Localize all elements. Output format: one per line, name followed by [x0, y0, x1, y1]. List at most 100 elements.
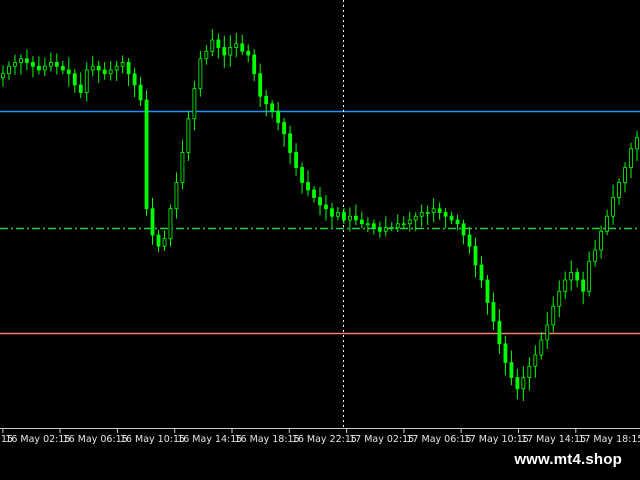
candle-body — [162, 238, 167, 247]
candle-body — [13, 62, 17, 67]
candle-body — [629, 148, 633, 168]
candle-body — [353, 215, 358, 221]
candle-body — [539, 339, 544, 356]
candle-body — [389, 227, 394, 229]
candle-body — [54, 62, 59, 67]
candle-body — [545, 324, 550, 341]
candle-body — [108, 69, 113, 75]
x-tick-label: 16 May 18:15 — [235, 434, 300, 445]
x-tick-label: 17 May 02:15 — [349, 434, 414, 445]
candle-body — [210, 39, 215, 52]
candle-body — [300, 167, 304, 183]
candle-body — [461, 223, 466, 236]
candle-body — [467, 234, 472, 247]
candle-body — [174, 182, 179, 210]
candle-body — [150, 208, 155, 236]
candle-body — [72, 73, 77, 86]
candle-body — [383, 227, 388, 232]
candle-body — [551, 305, 556, 326]
candle-body — [599, 230, 604, 251]
x-tick-label: 16 May 10:15 — [120, 434, 185, 445]
x-tick-label: 16 May 22:15 — [292, 434, 357, 445]
price-chart: 15 May 22:1516 May 02:1516 May 06:1516 M… — [0, 0, 640, 480]
x-tick-label: 16 May 02:15 — [5, 434, 70, 445]
candle-body — [359, 219, 364, 225]
candle-body — [66, 69, 71, 75]
candle-body — [186, 118, 191, 153]
candle-body — [485, 279, 490, 303]
candle-body — [557, 290, 562, 307]
candle-body — [246, 50, 251, 56]
candle-body — [96, 65, 101, 71]
x-tick-label: 17 May 14:15 — [521, 434, 586, 445]
candle-body — [533, 354, 538, 367]
candle-body — [497, 320, 502, 345]
candle-body — [138, 84, 143, 101]
candle-body — [491, 302, 496, 322]
candle-body — [234, 43, 239, 48]
candle-body — [228, 47, 233, 56]
candle-body — [288, 133, 292, 153]
candle-body — [126, 62, 131, 75]
candle-body — [1, 73, 5, 78]
candle-body — [180, 152, 185, 183]
candle-body — [575, 272, 580, 281]
candle-body — [407, 219, 412, 225]
candle-body — [306, 182, 310, 191]
candle-body — [593, 249, 598, 262]
candle-body — [102, 69, 107, 75]
candle-body — [318, 197, 322, 206]
candle-body — [443, 212, 448, 217]
candle-body — [587, 260, 592, 292]
candle-body — [527, 365, 532, 378]
x-tick-label: 16 May 14:15 — [177, 434, 242, 445]
candle-body — [473, 245, 478, 266]
candle-body — [395, 223, 400, 228]
candle-body — [264, 95, 269, 105]
candle-body — [312, 189, 316, 198]
x-tick-label: 17 May 18:15 — [578, 434, 640, 445]
candle-body — [222, 47, 227, 56]
candle-body — [377, 227, 382, 232]
candle-body — [623, 167, 627, 183]
candle-body — [371, 223, 376, 228]
candle-body — [605, 215, 609, 232]
candle-body — [521, 377, 526, 390]
candle-body — [581, 279, 586, 292]
x-tick-label: 17 May 06:15 — [406, 434, 471, 445]
candle-body — [192, 88, 197, 120]
candle-body — [413, 215, 418, 221]
candle-body — [216, 39, 221, 48]
candle-body — [31, 62, 35, 67]
candle-body — [401, 223, 406, 226]
watermark-text: www.mt4.shop — [504, 449, 632, 470]
candle-body — [36, 65, 41, 71]
candle-body — [240, 43, 245, 52]
candle-body — [509, 362, 514, 378]
candle-body — [156, 234, 161, 247]
candle-body — [204, 50, 209, 60]
candle-body — [515, 377, 520, 390]
candle-body — [617, 182, 621, 198]
x-tick-label: 16 May 06:15 — [63, 434, 128, 445]
candle-body — [294, 152, 298, 168]
candle-body — [479, 264, 484, 281]
candle-body — [84, 69, 89, 93]
candle-body — [342, 212, 346, 221]
candle-body — [168, 208, 173, 240]
candle-body — [437, 208, 442, 213]
candle-body — [25, 58, 29, 63]
candle-body — [336, 212, 340, 217]
candle-body — [503, 343, 508, 363]
candle-body — [419, 212, 424, 217]
candle-body — [563, 279, 568, 292]
candle-body — [258, 73, 263, 97]
candle-body — [7, 65, 11, 75]
candle-body — [635, 137, 639, 150]
candle-body — [252, 54, 257, 75]
candle-body — [611, 197, 615, 217]
candle-body — [324, 204, 328, 210]
candle-body — [19, 58, 23, 63]
candle-body — [114, 65, 119, 71]
candle-body — [48, 62, 53, 67]
